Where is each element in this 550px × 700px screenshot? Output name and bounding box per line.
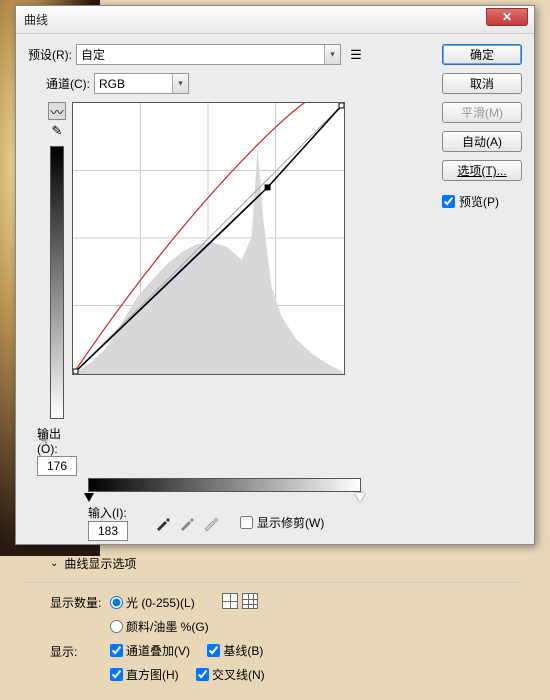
close-button[interactable]: ✕ (486, 8, 528, 26)
display-amount-label: 显示数量: (50, 594, 110, 611)
black-eyedropper-icon[interactable] (154, 514, 172, 532)
input-label: 输入(I): (88, 504, 127, 521)
smooth-button: 平滑(M) (442, 102, 522, 123)
curves-dialog: 曲线 ✕ 预设(R): 自定 ▾ ☰ 通道(C): RGB ▾ 确定 取消 平 (15, 5, 535, 545)
preview-checkbox[interactable] (442, 195, 455, 208)
auto-button[interactable]: 自动(A) (442, 131, 522, 152)
ok-button[interactable]: 确定 (442, 44, 522, 65)
options-button[interactable]: 选项(T)... (442, 160, 522, 181)
channel-value: RGB (99, 77, 125, 91)
baseline-check-label[interactable]: 基线(B) (207, 642, 263, 659)
preset-value: 自定 (81, 46, 105, 63)
gray-eyedropper-icon[interactable] (178, 514, 196, 532)
histogram (73, 103, 344, 374)
grid-fine-icon[interactable] (242, 593, 258, 609)
chevron-down-icon: ▾ (172, 74, 188, 93)
show-label: 显示: (50, 643, 110, 660)
channel-dropdown[interactable]: RGB ▾ (94, 73, 189, 94)
overlay-checkbox[interactable] (110, 644, 123, 657)
titlebar-text: 曲线 (24, 11, 48, 28)
pigment-radio[interactable] (110, 620, 123, 633)
light-radio-label[interactable]: 光 (0-255)(L) (110, 594, 195, 611)
intersection-check-label[interactable]: 交叉线(N) (196, 666, 265, 683)
curve-point-tool[interactable]: 〰 (48, 102, 66, 120)
chevron-down-icon: ▾ (324, 45, 340, 64)
histogram-checkbox[interactable] (110, 668, 123, 681)
display-options-toggle[interactable]: ⌄ 曲线显示选项 (50, 555, 522, 572)
light-radio[interactable] (110, 596, 123, 609)
input-gradient[interactable] (88, 478, 361, 492)
channel-label: 通道(C): (46, 75, 90, 92)
overlay-check-label[interactable]: 通道叠加(V) (110, 642, 190, 659)
white-eyedropper-icon[interactable] (202, 514, 220, 532)
white-point-slider[interactable] (355, 493, 365, 502)
separator (26, 582, 522, 583)
output-field[interactable] (37, 456, 77, 476)
intersection-checkbox[interactable] (196, 668, 209, 681)
display-options-label: 曲线显示选项 (64, 555, 136, 572)
collapse-caret-icon: ⌄ (50, 558, 58, 569)
baseline-checkbox[interactable] (207, 644, 220, 657)
grid-coarse-icon[interactable] (222, 593, 238, 609)
histogram-check-label[interactable]: 直方图(H) (110, 666, 179, 683)
curve-pencil-tool[interactable]: ✎ (48, 122, 66, 140)
black-point-slider[interactable] (84, 493, 94, 502)
cancel-button[interactable]: 取消 (442, 73, 522, 94)
preset-dropdown[interactable]: 自定 ▾ (76, 44, 341, 65)
preset-menu-icon[interactable]: ☰ (347, 46, 365, 64)
preview-label: 预览(P) (459, 193, 499, 210)
input-field[interactable] (88, 521, 128, 541)
close-icon: ✕ (502, 10, 512, 24)
titlebar[interactable]: 曲线 ✕ (16, 6, 534, 34)
show-clipping-label: 显示修剪(W) (257, 514, 324, 531)
pigment-radio-label[interactable]: 颜料/油墨 %(G) (110, 618, 209, 635)
show-clipping-checkbox[interactable] (240, 516, 253, 529)
curve-graph[interactable] (72, 102, 345, 375)
hand-tool-icon[interactable]: ☟ (38, 429, 49, 450)
curve-control-point (265, 184, 271, 190)
output-gradient (50, 146, 64, 419)
preset-label: 预设(R): (28, 46, 72, 63)
